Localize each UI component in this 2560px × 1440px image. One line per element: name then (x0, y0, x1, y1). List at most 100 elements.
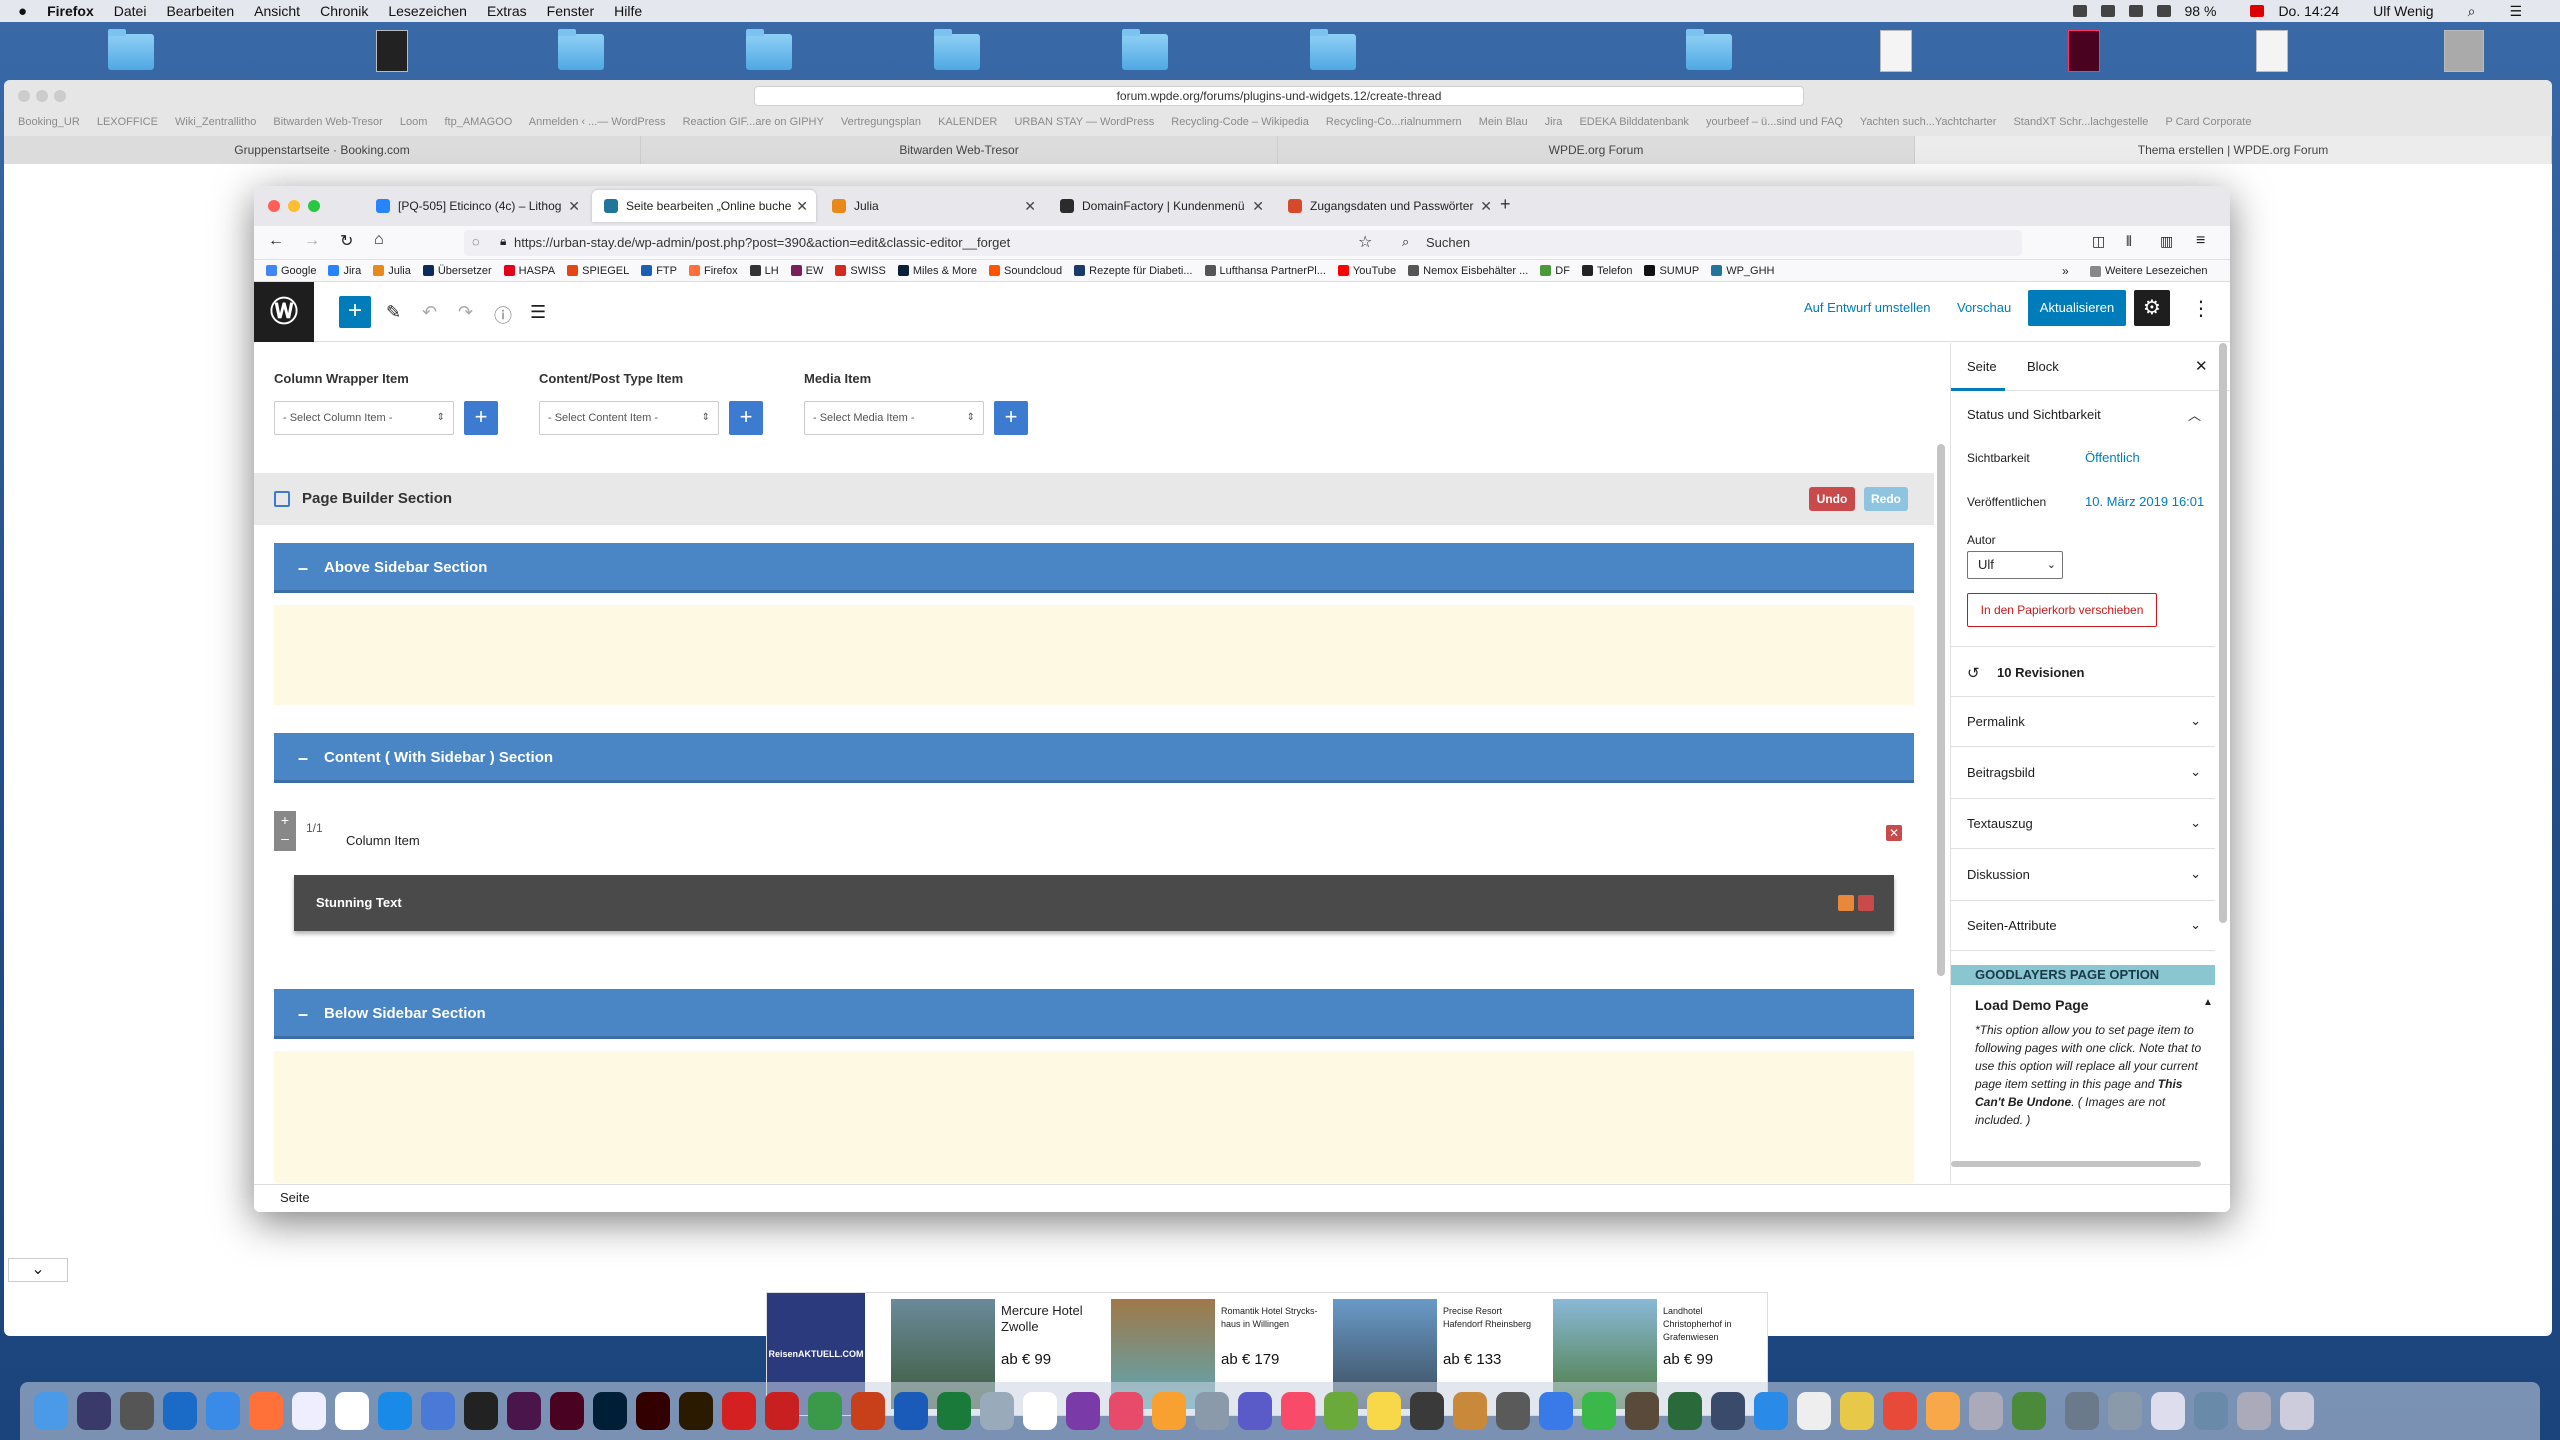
edit-item-icon[interactable] (1838, 895, 1854, 911)
chevron-down-icon[interactable]: ⌄ (8, 1258, 68, 1282)
bookmark-swiss[interactable]: SWISS (835, 265, 886, 277)
editor-footer-breadcrumb[interactable]: Seite (254, 1184, 2230, 1212)
folder-icon[interactable] (108, 29, 154, 70)
revisions-panel[interactable]: ↺ 10 Revisionen (1951, 647, 2215, 697)
app-icon[interactable] (1711, 1392, 1745, 1430)
folder-icon[interactable] (934, 29, 980, 70)
ad-hotel-title[interactable]: Mercure Hotel Zwolle (1001, 1303, 1091, 1335)
bookmark-haspa[interactable]: HASPA (503, 265, 555, 277)
bookmark-translator[interactable]: Übersetzer (422, 265, 492, 277)
redo-icon[interactable]: ↷ (458, 302, 473, 323)
chevron-double-right-icon[interactable]: » (2062, 264, 2069, 278)
music-icon[interactable] (1281, 1392, 1315, 1430)
folder-icon[interactable] (1310, 29, 1356, 70)
move-to-trash-button[interactable]: In den Papierkorb verschieben (1967, 593, 2157, 627)
background-tab-active[interactable]: Thema erstellen | WPDE.org Forum (1915, 136, 2552, 164)
sidebar-icon[interactable]: ▥ (2160, 233, 2173, 250)
forward-icon[interactable]: → (304, 232, 320, 250)
calendar-icon[interactable] (335, 1392, 369, 1430)
app-icon[interactable] (1926, 1392, 1960, 1430)
revisions-link[interactable]: 10 Revisionen (1997, 665, 2084, 680)
status-icon[interactable] (2100, 5, 2115, 17)
collapse-icon[interactable]: – (298, 989, 308, 1039)
menu-fenster[interactable]: Fenster (547, 3, 594, 19)
menu-chronik[interactable]: Chronik (320, 3, 368, 19)
app-icon[interactable] (1109, 1392, 1143, 1430)
tab-page[interactable]: Seite (1967, 359, 1997, 374)
bookmark-nemox[interactable]: Nemox Eisbehälter ... (1408, 265, 1528, 277)
list-view-icon[interactable]: ☰ (530, 302, 546, 323)
bookmark-lufthansa-partner[interactable]: Lufthansa PartnerPl... (1204, 265, 1326, 277)
bookmark-item[interactable]: Jira (1545, 116, 1563, 128)
close-tab-icon[interactable]: ✕ (796, 198, 808, 215)
tab-domainfactory[interactable]: DomainFactory | Kundenmenü ✕ (1048, 190, 1272, 222)
menu-bearbeiten[interactable]: Bearbeiten (166, 3, 234, 19)
bookmark-firefox[interactable]: Firefox (688, 265, 738, 277)
slack-icon[interactable] (507, 1392, 541, 1430)
collapse-icon[interactable]: – (298, 543, 308, 593)
app-icon[interactable] (1883, 1392, 1917, 1430)
app-icon[interactable] (464, 1392, 498, 1430)
lock-icon[interactable]: 🔒︎ (500, 234, 506, 249)
media-item-select[interactable]: - Select Media Item - (804, 401, 984, 435)
close-tab-icon[interactable]: ✕ (1480, 198, 1492, 215)
bookmark-wp-ghh[interactable]: WP_GHH (1711, 265, 1774, 277)
app-icon[interactable] (1969, 1392, 2003, 1430)
collapse-icon[interactable]: – (298, 733, 308, 783)
acrobat-reader-icon[interactable] (765, 1392, 799, 1430)
app-icon[interactable] (1152, 1392, 1186, 1430)
bookmark-ftp[interactable]: FTP (641, 265, 677, 277)
ad-hotel-price[interactable]: ab € 99 (1001, 1351, 1051, 1368)
close-icon[interactable] (18, 90, 30, 102)
bookmark-item[interactable]: Wiki_Zentrallitho (175, 116, 256, 128)
siri-icon[interactable] (77, 1392, 111, 1430)
help-icon[interactable] (980, 1392, 1014, 1430)
document-icon[interactable] (2151, 1392, 2185, 1430)
system-preferences-icon[interactable] (120, 1392, 154, 1430)
shield-icon[interactable]: ◌ (472, 234, 480, 249)
firefox-icon[interactable] (249, 1392, 283, 1430)
powerpoint-icon[interactable] (851, 1392, 885, 1430)
app-icon[interactable] (1797, 1392, 1831, 1430)
wifi-icon[interactable] (2156, 5, 2171, 17)
bookmark-soundcloud[interactable]: Soundcloud (989, 265, 1062, 277)
close-window-icon[interactable] (268, 200, 280, 212)
visibility-link[interactable]: Öffentlich (2085, 450, 2140, 465)
chrome-icon[interactable] (292, 1392, 326, 1430)
info-icon[interactable]: ⓘ (494, 302, 512, 328)
app-icon[interactable] (1023, 1392, 1057, 1430)
app-icon[interactable] (2237, 1392, 2271, 1430)
above-sidebar-section-header[interactable]: – Above Sidebar Section (274, 543, 1914, 593)
bookmark-jira[interactable]: Jira (328, 265, 361, 277)
app-icon[interactable] (1195, 1392, 1229, 1430)
add-media-button[interactable]: + (994, 401, 1028, 435)
teams-icon[interactable] (1238, 1392, 1272, 1430)
document-icon[interactable] (376, 30, 408, 72)
document-icon[interactable] (2256, 30, 2288, 72)
bookmark-item[interactable]: EDEKA Bilddatenbank (1579, 116, 1688, 128)
undo-icon[interactable]: ↶ (422, 302, 437, 323)
menu-app[interactable]: Firefox (47, 3, 94, 19)
bookmark-df[interactable]: DF (1540, 265, 1570, 277)
settings-gear-icon[interactable]: ⚙ (2134, 290, 2170, 326)
bookmark-item[interactable]: Recycling-Code – Wikipedia (1171, 116, 1309, 128)
app-icon[interactable] (1582, 1392, 1616, 1430)
bookmark-item[interactable]: LEXOFFICE (97, 116, 158, 128)
outlook-icon[interactable] (163, 1392, 197, 1430)
bookmark-sumup[interactable]: SUMUP (1644, 265, 1699, 277)
bookmark-recipes[interactable]: Rezepte für Diabeti... (1074, 265, 1193, 277)
excel-icon[interactable] (937, 1392, 971, 1430)
clock[interactable]: Do. 14:24 (2278, 3, 2339, 19)
tab-block[interactable]: Block (2027, 359, 2059, 374)
tab-jira[interactable]: [PQ-505] Eticinco (4c) – Lithog ✕ (364, 190, 588, 222)
search-input[interactable]: Suchen (1392, 230, 2022, 256)
panel-title[interactable]: Status und Sichtbarkeit (1967, 407, 2101, 422)
flag-icon[interactable] (2250, 5, 2265, 17)
content-item-select[interactable]: - Select Content Item - (539, 401, 719, 435)
app-icon[interactable] (1668, 1392, 1702, 1430)
pocket-icon[interactable]: ◫ (2092, 233, 2105, 250)
column-item-select[interactable]: - Select Column Item - (274, 401, 454, 435)
above-sidebar-dropzone[interactable] (274, 605, 1914, 705)
skype-icon[interactable] (378, 1392, 412, 1430)
word-icon[interactable] (894, 1392, 928, 1430)
